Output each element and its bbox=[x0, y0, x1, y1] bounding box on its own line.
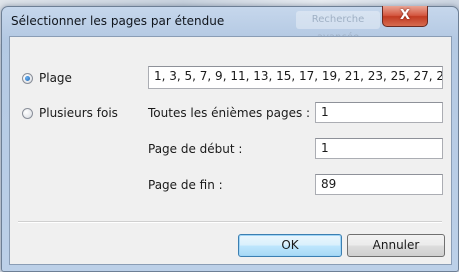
radio-unselected-icon bbox=[22, 107, 33, 119]
start-page-label: Page de début : bbox=[148, 142, 243, 156]
every-nth-input[interactable]: 1 bbox=[315, 102, 443, 123]
every-nth-label: Toutes les énièmes pages : bbox=[148, 106, 311, 120]
dialog-window: Sélectionner les pages par étendue Reche… bbox=[1, 6, 459, 272]
radio-plage[interactable]: Plage bbox=[22, 71, 72, 85]
radio-plusieurs-fois-label: Plusieurs fois bbox=[39, 106, 118, 120]
dialog-client-area: Plage 1, 3, 5, 7, 9, 11, 13, 15, 17, 19,… bbox=[9, 36, 452, 265]
start-page-input[interactable]: 1 bbox=[315, 138, 443, 159]
ok-button[interactable]: OK bbox=[238, 234, 342, 257]
end-page-label: Page de fin : bbox=[148, 178, 223, 192]
background-window-tab: Recherche avancée bbox=[296, 11, 380, 43]
end-page-input[interactable]: 89 bbox=[315, 174, 443, 195]
radio-plusieurs-fois[interactable]: Plusieurs fois bbox=[22, 106, 118, 120]
range-input[interactable]: 1, 3, 5, 7, 9, 11, 13, 15, 17, 19, 21, 2… bbox=[148, 66, 443, 89]
close-button[interactable]: X bbox=[382, 6, 428, 27]
close-icon: X bbox=[399, 8, 411, 23]
dialog-title: Sélectionner les pages par étendue bbox=[11, 14, 225, 28]
radio-plage-label: Plage bbox=[39, 71, 72, 85]
title-bar[interactable]: Sélectionner les pages par étendue Reche… bbox=[2, 6, 458, 43]
radio-selected-icon bbox=[22, 72, 33, 84]
separator bbox=[18, 221, 442, 223]
cancel-button[interactable]: Annuler bbox=[347, 234, 445, 257]
